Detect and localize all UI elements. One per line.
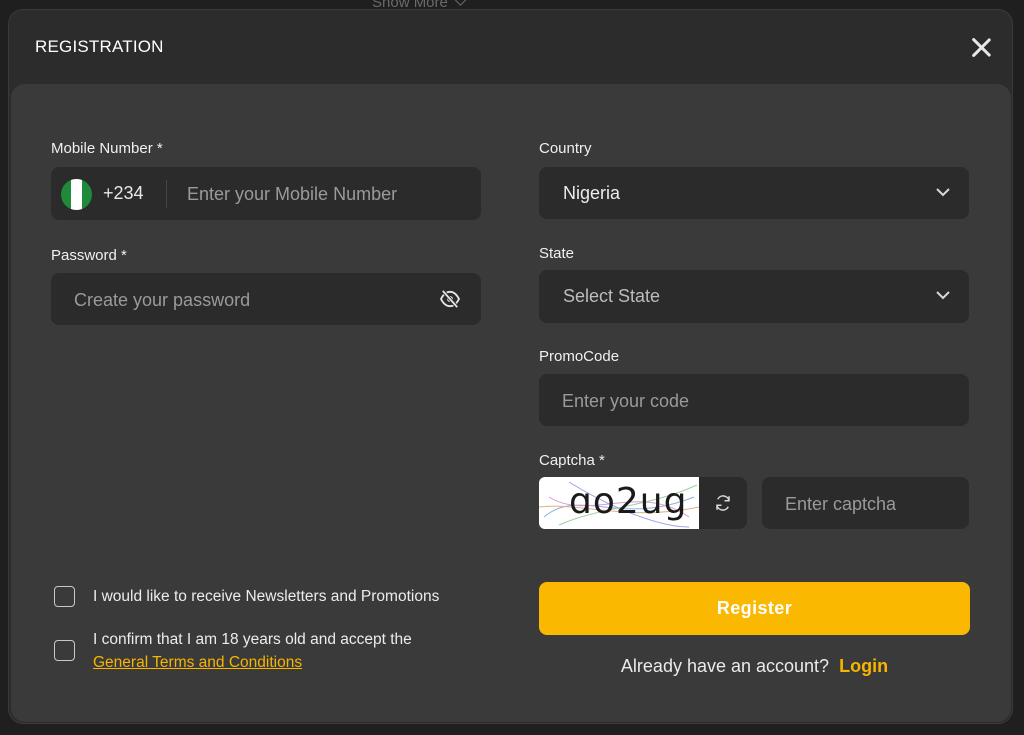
chevron-down-icon [936, 188, 950, 197]
mobile-number-field: +234 [51, 167, 481, 222]
age-confirm-text: I confirm that I am 18 years old and acc… [93, 631, 412, 648]
nigeria-flag-icon [61, 179, 92, 210]
login-link[interactable]: Login [839, 656, 888, 676]
state-label: State [539, 245, 575, 262]
chevron-down-icon [936, 291, 950, 300]
country-selected-value: Nigeria [563, 183, 621, 203]
modal-title: REGISTRATION [35, 37, 164, 56]
chevron-down-icon [454, 0, 467, 6]
register-button[interactable]: Register [539, 582, 970, 635]
modal-body: Mobile Number * +234 Password * Country … [11, 84, 1011, 722]
age-terms-checkbox[interactable] [54, 640, 75, 661]
password-label: Password * [51, 247, 127, 264]
captcha-input[interactable] [783, 477, 957, 531]
captcha-image: ɑo2ug [539, 477, 699, 529]
modal-header: REGISTRATION [9, 10, 1012, 84]
close-icon[interactable] [970, 36, 992, 58]
registration-modal: REGISTRATION Mobile Number * +234 Passwo… [9, 10, 1012, 723]
country-select[interactable]: Nigeria [539, 167, 969, 219]
captcha-field [762, 477, 969, 531]
captcha-text: ɑo2ug [569, 481, 688, 522]
password-input[interactable] [72, 273, 416, 327]
newsletter-label: I would like to receive Newsletters and … [93, 588, 440, 605]
have-account-text: Already have an account? [620, 656, 830, 676]
password-field [51, 273, 481, 327]
state-select[interactable]: Select State [539, 270, 969, 323]
state-selected-value: Select State [563, 286, 661, 306]
newsletter-checkbox[interactable] [54, 586, 75, 607]
age-terms-label: I confirm that I am 18 years old and acc… [93, 628, 453, 674]
captcha-refresh-button[interactable] [699, 477, 747, 529]
eye-slash-icon[interactable] [439, 290, 461, 308]
terms-link[interactable]: General Terms and Conditions [93, 654, 302, 671]
field-divider [166, 180, 167, 208]
captcha-label: Captcha * [539, 452, 605, 469]
login-prompt: Already have an account? Login [539, 656, 970, 677]
mobile-number-label: Mobile Number * [51, 140, 163, 157]
mobile-number-input[interactable] [185, 167, 469, 222]
country-label: Country [539, 140, 592, 157]
promocode-field [539, 374, 969, 428]
promocode-label: PromoCode [539, 348, 620, 365]
refresh-icon [716, 495, 730, 511]
dial-code[interactable]: +234 [103, 183, 144, 204]
promocode-input[interactable] [560, 374, 954, 428]
